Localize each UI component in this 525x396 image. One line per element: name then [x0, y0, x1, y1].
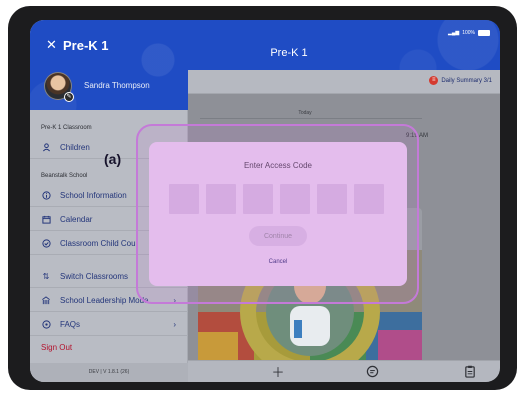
- tablet-device: ✕ Pre-K 1 ✎ Sandra Thompson Pre-K 1 Clas…: [8, 6, 517, 390]
- swap-icon: ⇅: [42, 272, 50, 281]
- sidebar-item-label: Switch Classrooms: [60, 272, 129, 281]
- sidebar-item-label: School Information: [60, 191, 127, 200]
- bottom-toolbar: [188, 360, 500, 382]
- close-icon[interactable]: ✕: [46, 38, 57, 51]
- sidebar-header: ✕ Pre-K 1 ✎ Sandra Thompson: [30, 20, 188, 110]
- sign-out-link[interactable]: Sign Out: [41, 343, 72, 352]
- date-divider-label: Today: [298, 110, 312, 116]
- sidebar-item-label: Classroom Child Cou: [60, 239, 136, 248]
- sidebar-item-label: School Leadership Mode: [60, 296, 149, 305]
- person-icon: [41, 143, 51, 153]
- battery-icon: [478, 30, 490, 36]
- version-text: DEV | V 1.8.1 (26): [88, 369, 130, 375]
- user-name: Sandra Thompson: [84, 81, 150, 90]
- sidebar-item-label: FAQs: [60, 320, 81, 329]
- status-bar: ▂▄▆ 100%: [448, 30, 490, 36]
- section-label-school: Beanstalk School: [41, 173, 88, 179]
- note-icon[interactable]: [364, 363, 380, 379]
- question-icon: [41, 320, 51, 330]
- page-title: Pre-K 1: [270, 47, 308, 59]
- sidebar-title: Pre-K 1: [63, 38, 109, 53]
- main-header: Pre-K 1 ▂▄▆ 100%: [188, 20, 500, 70]
- daily-summary-label: Daily Summary 3/1: [441, 77, 492, 84]
- annotation-highlight: [136, 124, 419, 304]
- clipboard-icon[interactable]: [462, 363, 478, 379]
- divider: [200, 118, 422, 119]
- calendar-icon: [41, 215, 51, 225]
- check-circle-icon: [41, 239, 51, 249]
- section-label-classroom: Pre-K 1 Classroom: [41, 125, 92, 131]
- daily-summary-button[interactable]: ≡ Daily Summary 3/1: [429, 76, 492, 85]
- info-icon: [41, 191, 51, 201]
- signal-icon: ▂▄▆: [447, 30, 460, 36]
- sidebar-item-faqs[interactable]: FAQs ›: [30, 314, 188, 336]
- battery-percent: 100%: [462, 30, 475, 36]
- plus-icon[interactable]: ＋: [270, 363, 286, 380]
- sidebar-item-label: Children: [60, 143, 90, 152]
- chevron-right-icon: ›: [173, 320, 176, 329]
- edit-avatar-icon[interactable]: ✎: [64, 92, 74, 102]
- annotation-label: (a): [104, 151, 122, 167]
- sidebar-item-label: Calendar: [60, 215, 93, 224]
- summary-icon: ≡: [429, 76, 439, 85]
- school-icon: [41, 296, 51, 306]
